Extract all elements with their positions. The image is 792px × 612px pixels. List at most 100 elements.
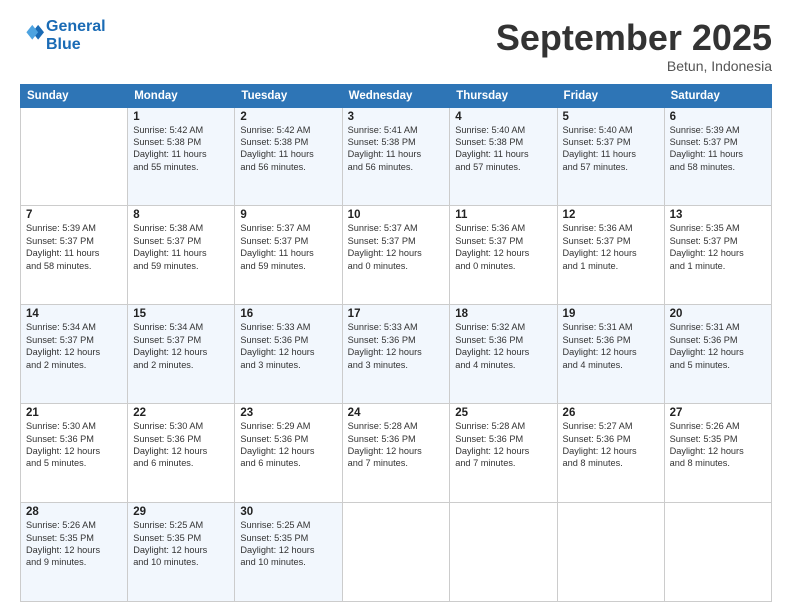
weekday-header-wednesday: Wednesday bbox=[342, 84, 450, 107]
calendar-cell: 13Sunrise: 5:35 AM Sunset: 5:37 PM Dayli… bbox=[664, 206, 771, 305]
calendar-cell: 4Sunrise: 5:40 AM Sunset: 5:38 PM Daylig… bbox=[450, 107, 557, 206]
day-info: Sunrise: 5:42 AM Sunset: 5:38 PM Dayligh… bbox=[240, 124, 336, 174]
weekday-header-row: SundayMondayTuesdayWednesdayThursdayFrid… bbox=[21, 84, 772, 107]
calendar-cell: 15Sunrise: 5:34 AM Sunset: 5:37 PM Dayli… bbox=[128, 305, 235, 404]
calendar-cell: 10Sunrise: 5:37 AM Sunset: 5:37 PM Dayli… bbox=[342, 206, 450, 305]
day-info: Sunrise: 5:34 AM Sunset: 5:37 PM Dayligh… bbox=[26, 321, 122, 371]
day-number: 11 bbox=[455, 209, 551, 221]
calendar-cell: 1Sunrise: 5:42 AM Sunset: 5:38 PM Daylig… bbox=[128, 107, 235, 206]
day-info: Sunrise: 5:30 AM Sunset: 5:36 PM Dayligh… bbox=[133, 420, 229, 470]
day-number: 18 bbox=[455, 308, 551, 320]
calendar-cell: 14Sunrise: 5:34 AM Sunset: 5:37 PM Dayli… bbox=[21, 305, 128, 404]
day-info: Sunrise: 5:35 AM Sunset: 5:37 PM Dayligh… bbox=[670, 222, 766, 272]
calendar-cell: 6Sunrise: 5:39 AM Sunset: 5:37 PM Daylig… bbox=[664, 107, 771, 206]
weekday-header-friday: Friday bbox=[557, 84, 664, 107]
calendar-cell: 19Sunrise: 5:31 AM Sunset: 5:36 PM Dayli… bbox=[557, 305, 664, 404]
day-number: 2 bbox=[240, 111, 336, 123]
day-info: Sunrise: 5:37 AM Sunset: 5:37 PM Dayligh… bbox=[348, 222, 445, 272]
calendar-cell bbox=[21, 107, 128, 206]
calendar-cell: 22Sunrise: 5:30 AM Sunset: 5:36 PM Dayli… bbox=[128, 404, 235, 503]
day-number: 1 bbox=[133, 111, 229, 123]
day-info: Sunrise: 5:31 AM Sunset: 5:36 PM Dayligh… bbox=[670, 321, 766, 371]
day-number: 5 bbox=[563, 111, 659, 123]
calendar-cell: 28Sunrise: 5:26 AM Sunset: 5:35 PM Dayli… bbox=[21, 503, 128, 602]
day-number: 17 bbox=[348, 308, 445, 320]
day-number: 6 bbox=[670, 111, 766, 123]
calendar-cell bbox=[664, 503, 771, 602]
day-number: 3 bbox=[348, 111, 445, 123]
day-number: 29 bbox=[133, 506, 229, 518]
day-number: 9 bbox=[240, 209, 336, 221]
day-number: 19 bbox=[563, 308, 659, 320]
day-info: Sunrise: 5:34 AM Sunset: 5:37 PM Dayligh… bbox=[133, 321, 229, 371]
header: General Blue September 2025 Betun, Indon… bbox=[20, 18, 772, 74]
week-row-2: 7Sunrise: 5:39 AM Sunset: 5:37 PM Daylig… bbox=[21, 206, 772, 305]
day-number: 20 bbox=[670, 308, 766, 320]
calendar-cell: 12Sunrise: 5:36 AM Sunset: 5:37 PM Dayli… bbox=[557, 206, 664, 305]
logo-text-blue: Blue bbox=[46, 36, 106, 54]
calendar-cell: 18Sunrise: 5:32 AM Sunset: 5:36 PM Dayli… bbox=[450, 305, 557, 404]
calendar-cell: 20Sunrise: 5:31 AM Sunset: 5:36 PM Dayli… bbox=[664, 305, 771, 404]
day-number: 27 bbox=[670, 407, 766, 419]
day-number: 24 bbox=[348, 407, 445, 419]
day-info: Sunrise: 5:29 AM Sunset: 5:36 PM Dayligh… bbox=[240, 420, 336, 470]
day-number: 21 bbox=[26, 407, 122, 419]
calendar-cell bbox=[557, 503, 664, 602]
day-info: Sunrise: 5:40 AM Sunset: 5:37 PM Dayligh… bbox=[563, 124, 659, 174]
weekday-header-monday: Monday bbox=[128, 84, 235, 107]
day-number: 22 bbox=[133, 407, 229, 419]
calendar-cell: 29Sunrise: 5:25 AM Sunset: 5:35 PM Dayli… bbox=[128, 503, 235, 602]
day-info: Sunrise: 5:31 AM Sunset: 5:36 PM Dayligh… bbox=[563, 321, 659, 371]
day-info: Sunrise: 5:37 AM Sunset: 5:37 PM Dayligh… bbox=[240, 222, 336, 272]
day-number: 14 bbox=[26, 308, 122, 320]
week-row-3: 14Sunrise: 5:34 AM Sunset: 5:37 PM Dayli… bbox=[21, 305, 772, 404]
day-info: Sunrise: 5:33 AM Sunset: 5:36 PM Dayligh… bbox=[348, 321, 445, 371]
day-info: Sunrise: 5:38 AM Sunset: 5:37 PM Dayligh… bbox=[133, 222, 229, 272]
week-row-4: 21Sunrise: 5:30 AM Sunset: 5:36 PM Dayli… bbox=[21, 404, 772, 503]
weekday-header-sunday: Sunday bbox=[21, 84, 128, 107]
day-info: Sunrise: 5:36 AM Sunset: 5:37 PM Dayligh… bbox=[455, 222, 551, 272]
day-number: 25 bbox=[455, 407, 551, 419]
week-row-1: 1Sunrise: 5:42 AM Sunset: 5:38 PM Daylig… bbox=[21, 107, 772, 206]
day-info: Sunrise: 5:32 AM Sunset: 5:36 PM Dayligh… bbox=[455, 321, 551, 371]
day-number: 28 bbox=[26, 506, 122, 518]
calendar-cell: 21Sunrise: 5:30 AM Sunset: 5:36 PM Dayli… bbox=[21, 404, 128, 503]
day-info: Sunrise: 5:26 AM Sunset: 5:35 PM Dayligh… bbox=[26, 519, 122, 569]
weekday-header-tuesday: Tuesday bbox=[235, 84, 342, 107]
calendar-cell: 27Sunrise: 5:26 AM Sunset: 5:35 PM Dayli… bbox=[664, 404, 771, 503]
calendar-cell: 24Sunrise: 5:28 AM Sunset: 5:36 PM Dayli… bbox=[342, 404, 450, 503]
day-info: Sunrise: 5:42 AM Sunset: 5:38 PM Dayligh… bbox=[133, 124, 229, 174]
day-info: Sunrise: 5:28 AM Sunset: 5:36 PM Dayligh… bbox=[455, 420, 551, 470]
day-info: Sunrise: 5:30 AM Sunset: 5:36 PM Dayligh… bbox=[26, 420, 122, 470]
day-info: Sunrise: 5:25 AM Sunset: 5:35 PM Dayligh… bbox=[133, 519, 229, 569]
calendar-cell: 8Sunrise: 5:38 AM Sunset: 5:37 PM Daylig… bbox=[128, 206, 235, 305]
day-number: 23 bbox=[240, 407, 336, 419]
calendar-cell: 25Sunrise: 5:28 AM Sunset: 5:36 PM Dayli… bbox=[450, 404, 557, 503]
day-number: 4 bbox=[455, 111, 551, 123]
calendar-cell: 26Sunrise: 5:27 AM Sunset: 5:36 PM Dayli… bbox=[557, 404, 664, 503]
day-info: Sunrise: 5:39 AM Sunset: 5:37 PM Dayligh… bbox=[26, 222, 122, 272]
calendar-cell: 9Sunrise: 5:37 AM Sunset: 5:37 PM Daylig… bbox=[235, 206, 342, 305]
day-info: Sunrise: 5:28 AM Sunset: 5:36 PM Dayligh… bbox=[348, 420, 445, 470]
page: General Blue September 2025 Betun, Indon… bbox=[0, 0, 792, 612]
logo: General Blue bbox=[20, 18, 106, 53]
calendar-cell: 17Sunrise: 5:33 AM Sunset: 5:36 PM Dayli… bbox=[342, 305, 450, 404]
day-number: 16 bbox=[240, 308, 336, 320]
day-number: 7 bbox=[26, 209, 122, 221]
day-number: 30 bbox=[240, 506, 336, 518]
calendar-cell: 16Sunrise: 5:33 AM Sunset: 5:36 PM Dayli… bbox=[235, 305, 342, 404]
calendar-cell: 30Sunrise: 5:25 AM Sunset: 5:35 PM Dayli… bbox=[235, 503, 342, 602]
day-number: 15 bbox=[133, 308, 229, 320]
day-info: Sunrise: 5:41 AM Sunset: 5:38 PM Dayligh… bbox=[348, 124, 445, 174]
day-number: 8 bbox=[133, 209, 229, 221]
calendar-cell bbox=[342, 503, 450, 602]
day-info: Sunrise: 5:33 AM Sunset: 5:36 PM Dayligh… bbox=[240, 321, 336, 371]
calendar-cell: 11Sunrise: 5:36 AM Sunset: 5:37 PM Dayli… bbox=[450, 206, 557, 305]
weekday-header-saturday: Saturday bbox=[664, 84, 771, 107]
day-info: Sunrise: 5:25 AM Sunset: 5:35 PM Dayligh… bbox=[240, 519, 336, 569]
logo-icon bbox=[22, 22, 44, 44]
calendar-cell bbox=[450, 503, 557, 602]
location: Betun, Indonesia bbox=[496, 58, 772, 74]
day-number: 26 bbox=[563, 407, 659, 419]
day-info: Sunrise: 5:40 AM Sunset: 5:38 PM Dayligh… bbox=[455, 124, 551, 174]
